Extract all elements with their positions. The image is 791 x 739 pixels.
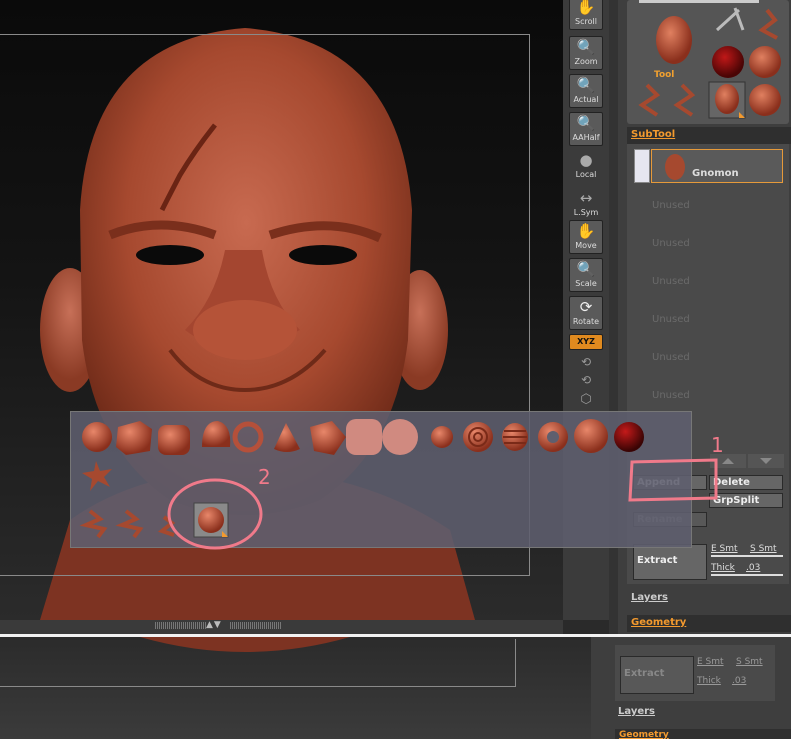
annotation-number-2: 2 xyxy=(258,465,271,489)
annotation-rect-append xyxy=(628,458,718,502)
annotation-overlay: 1 2 xyxy=(167,433,724,550)
annotation-number-1: 1 xyxy=(711,433,724,457)
annotation-circle-sphere xyxy=(167,478,263,550)
